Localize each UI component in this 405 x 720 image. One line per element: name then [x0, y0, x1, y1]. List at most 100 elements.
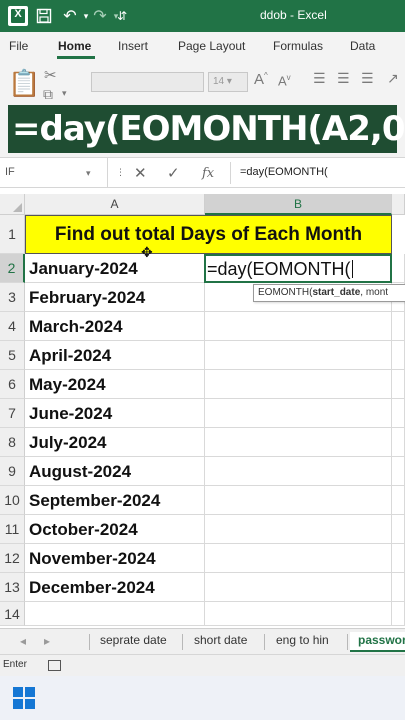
row-header-6[interactable]: 6	[0, 370, 25, 399]
cell-a7[interactable]: June-2024	[25, 399, 205, 428]
cell-a2[interactable]: January-2024	[25, 254, 205, 283]
orientation-icon[interactable]: ↗	[387, 70, 399, 87]
tab-home[interactable]: Home	[58, 39, 91, 53]
row-header-5[interactable]: 5	[0, 341, 25, 370]
row-header-2[interactable]: 2	[0, 254, 25, 283]
windows-start-icon[interactable]	[13, 687, 35, 709]
cell-b10[interactable]	[205, 486, 392, 515]
align-middle-icon[interactable]: ☰	[337, 70, 350, 87]
excel-app: ↶ ▾ ↷ ▾ ⇵ ddob - Excel File Home Insert …	[0, 0, 405, 720]
cell-c13[interactable]	[392, 573, 405, 602]
cell-a4[interactable]: March-2024	[25, 312, 205, 341]
cell-a12[interactable]: November-2024	[25, 544, 205, 573]
cell-a6[interactable]: May-2024	[25, 370, 205, 399]
active-cell-b2[interactable]: =day(EOMONTH(	[204, 254, 392, 283]
align-bottom-icon[interactable]: ☰	[361, 70, 374, 87]
cell-c12[interactable]	[392, 544, 405, 573]
row-header-4[interactable]: 4	[0, 312, 25, 341]
select-all-corner[interactable]	[0, 194, 25, 215]
formula-bar: IF ▾ ⋮ ✕ ✓ fx =day(EOMONTH(	[0, 158, 405, 188]
cell-c7[interactable]	[392, 399, 405, 428]
column-header-a[interactable]: A	[25, 194, 205, 215]
row-header-8[interactable]: 8	[0, 428, 25, 457]
row-header-1[interactable]: 1	[0, 215, 25, 254]
font-size-select[interactable]: 14 ▾	[208, 72, 248, 92]
tab-page-layout[interactable]: Page Layout	[178, 39, 245, 53]
column-header-b[interactable]: B	[205, 194, 392, 215]
cell-a11[interactable]: October-2024	[25, 515, 205, 544]
formula-bar-menu-icon[interactable]: ⋮	[116, 167, 125, 178]
tab-formulas[interactable]: Formulas	[273, 39, 323, 53]
cell-c10[interactable]	[392, 486, 405, 515]
cell-c9[interactable]	[392, 457, 405, 486]
row-header-14[interactable]: 14	[0, 602, 25, 626]
sheet-next-icon[interactable]: ▸	[44, 634, 50, 648]
window-title: ddob - Excel	[260, 8, 327, 22]
cell-b4[interactable]	[205, 312, 392, 341]
cell-b6[interactable]	[205, 370, 392, 399]
row-header-9[interactable]: 9	[0, 457, 25, 486]
overlay-formula-text: =day(EOMONTH(A2,0)	[12, 109, 405, 149]
name-box[interactable]: IF ▾	[0, 158, 108, 188]
decrease-font-icon[interactable]: Av	[278, 73, 291, 88]
cell-a10[interactable]: September-2024	[25, 486, 205, 515]
sheet-tab-short-date[interactable]: short date	[194, 632, 247, 652]
cell-c14[interactable]	[392, 602, 405, 626]
increase-font-icon[interactable]: A^	[254, 71, 268, 88]
sheet-prev-icon[interactable]: ◂	[20, 634, 26, 648]
copy-icon[interactable]: ⧉	[43, 86, 53, 103]
column-header-c[interactable]	[392, 194, 405, 215]
cell-a14[interactable]	[25, 602, 205, 626]
cell-c2[interactable]	[392, 254, 405, 283]
paste-icon[interactable]: 📋	[8, 68, 40, 99]
cell-b9[interactable]	[205, 457, 392, 486]
cell-a3[interactable]: February-2024	[25, 283, 205, 312]
save-icon[interactable]	[34, 6, 54, 26]
row-header-13[interactable]: 13	[0, 573, 25, 602]
status-mode: Enter	[3, 659, 27, 670]
sheet-tab-passwor[interactable]: passwor	[350, 632, 405, 652]
row-header-11[interactable]: 11	[0, 515, 25, 544]
formula-input[interactable]: =day(EOMONTH(	[240, 166, 328, 178]
sheet-separator	[182, 634, 183, 650]
check-icon[interactable]: ✓	[167, 164, 180, 182]
macro-record-icon[interactable]	[48, 660, 61, 671]
cell-c4[interactable]	[392, 312, 405, 341]
cell-b13[interactable]	[205, 573, 392, 602]
cut-icon[interactable]: ✂	[44, 66, 57, 84]
cell-a13[interactable]: December-2024	[25, 573, 205, 602]
tab-file[interactable]: File	[9, 39, 28, 53]
active-cell-text: =day(EOMONTH(	[207, 259, 351, 279]
cell-b7[interactable]	[205, 399, 392, 428]
cell-b11[interactable]	[205, 515, 392, 544]
cell-b12[interactable]	[205, 544, 392, 573]
customize-toolbar-icon[interactable]: ⇵	[112, 6, 132, 26]
title-cell[interactable]: Find out total Days of Each Month	[25, 215, 392, 254]
copy-dropdown-icon[interactable]: ▾	[62, 88, 67, 99]
cell-a5[interactable]: April-2024	[25, 341, 205, 370]
cell-b14[interactable]	[205, 602, 392, 626]
tab-insert[interactable]: Insert	[118, 39, 148, 53]
cell-c5[interactable]	[392, 341, 405, 370]
title-bar: ↶ ▾ ↷ ▾ ⇵ ddob - Excel	[0, 0, 405, 32]
cancel-icon[interactable]: ✕	[134, 164, 147, 182]
row-header-12[interactable]: 12	[0, 544, 25, 573]
name-box-dropdown-icon[interactable]: ▾	[86, 168, 91, 179]
cell-b8[interactable]	[205, 428, 392, 457]
cell-c6[interactable]	[392, 370, 405, 399]
cell-a8[interactable]: July-2024	[25, 428, 205, 457]
align-top-icon[interactable]: ☰	[313, 70, 326, 87]
cell-b5[interactable]	[205, 341, 392, 370]
row-header-10[interactable]: 10	[0, 486, 25, 515]
font-name-select[interactable]	[91, 72, 204, 92]
cell-c11[interactable]	[392, 515, 405, 544]
row-header-7[interactable]: 7	[0, 399, 25, 428]
sheet-tab-seprate-date[interactable]: seprate date	[100, 632, 167, 652]
row-header-3[interactable]: 3	[0, 283, 25, 312]
cell-a9[interactable]: August-2024	[25, 457, 205, 486]
tab-data[interactable]: Data	[350, 39, 375, 53]
sheet-tab-eng-to-hin[interactable]: eng to hin	[276, 632, 329, 652]
insert-function-icon[interactable]: fx	[202, 166, 214, 181]
function-tooltip[interactable]: EOMONTH(start_date, mont	[253, 284, 405, 302]
cell-c8[interactable]	[392, 428, 405, 457]
